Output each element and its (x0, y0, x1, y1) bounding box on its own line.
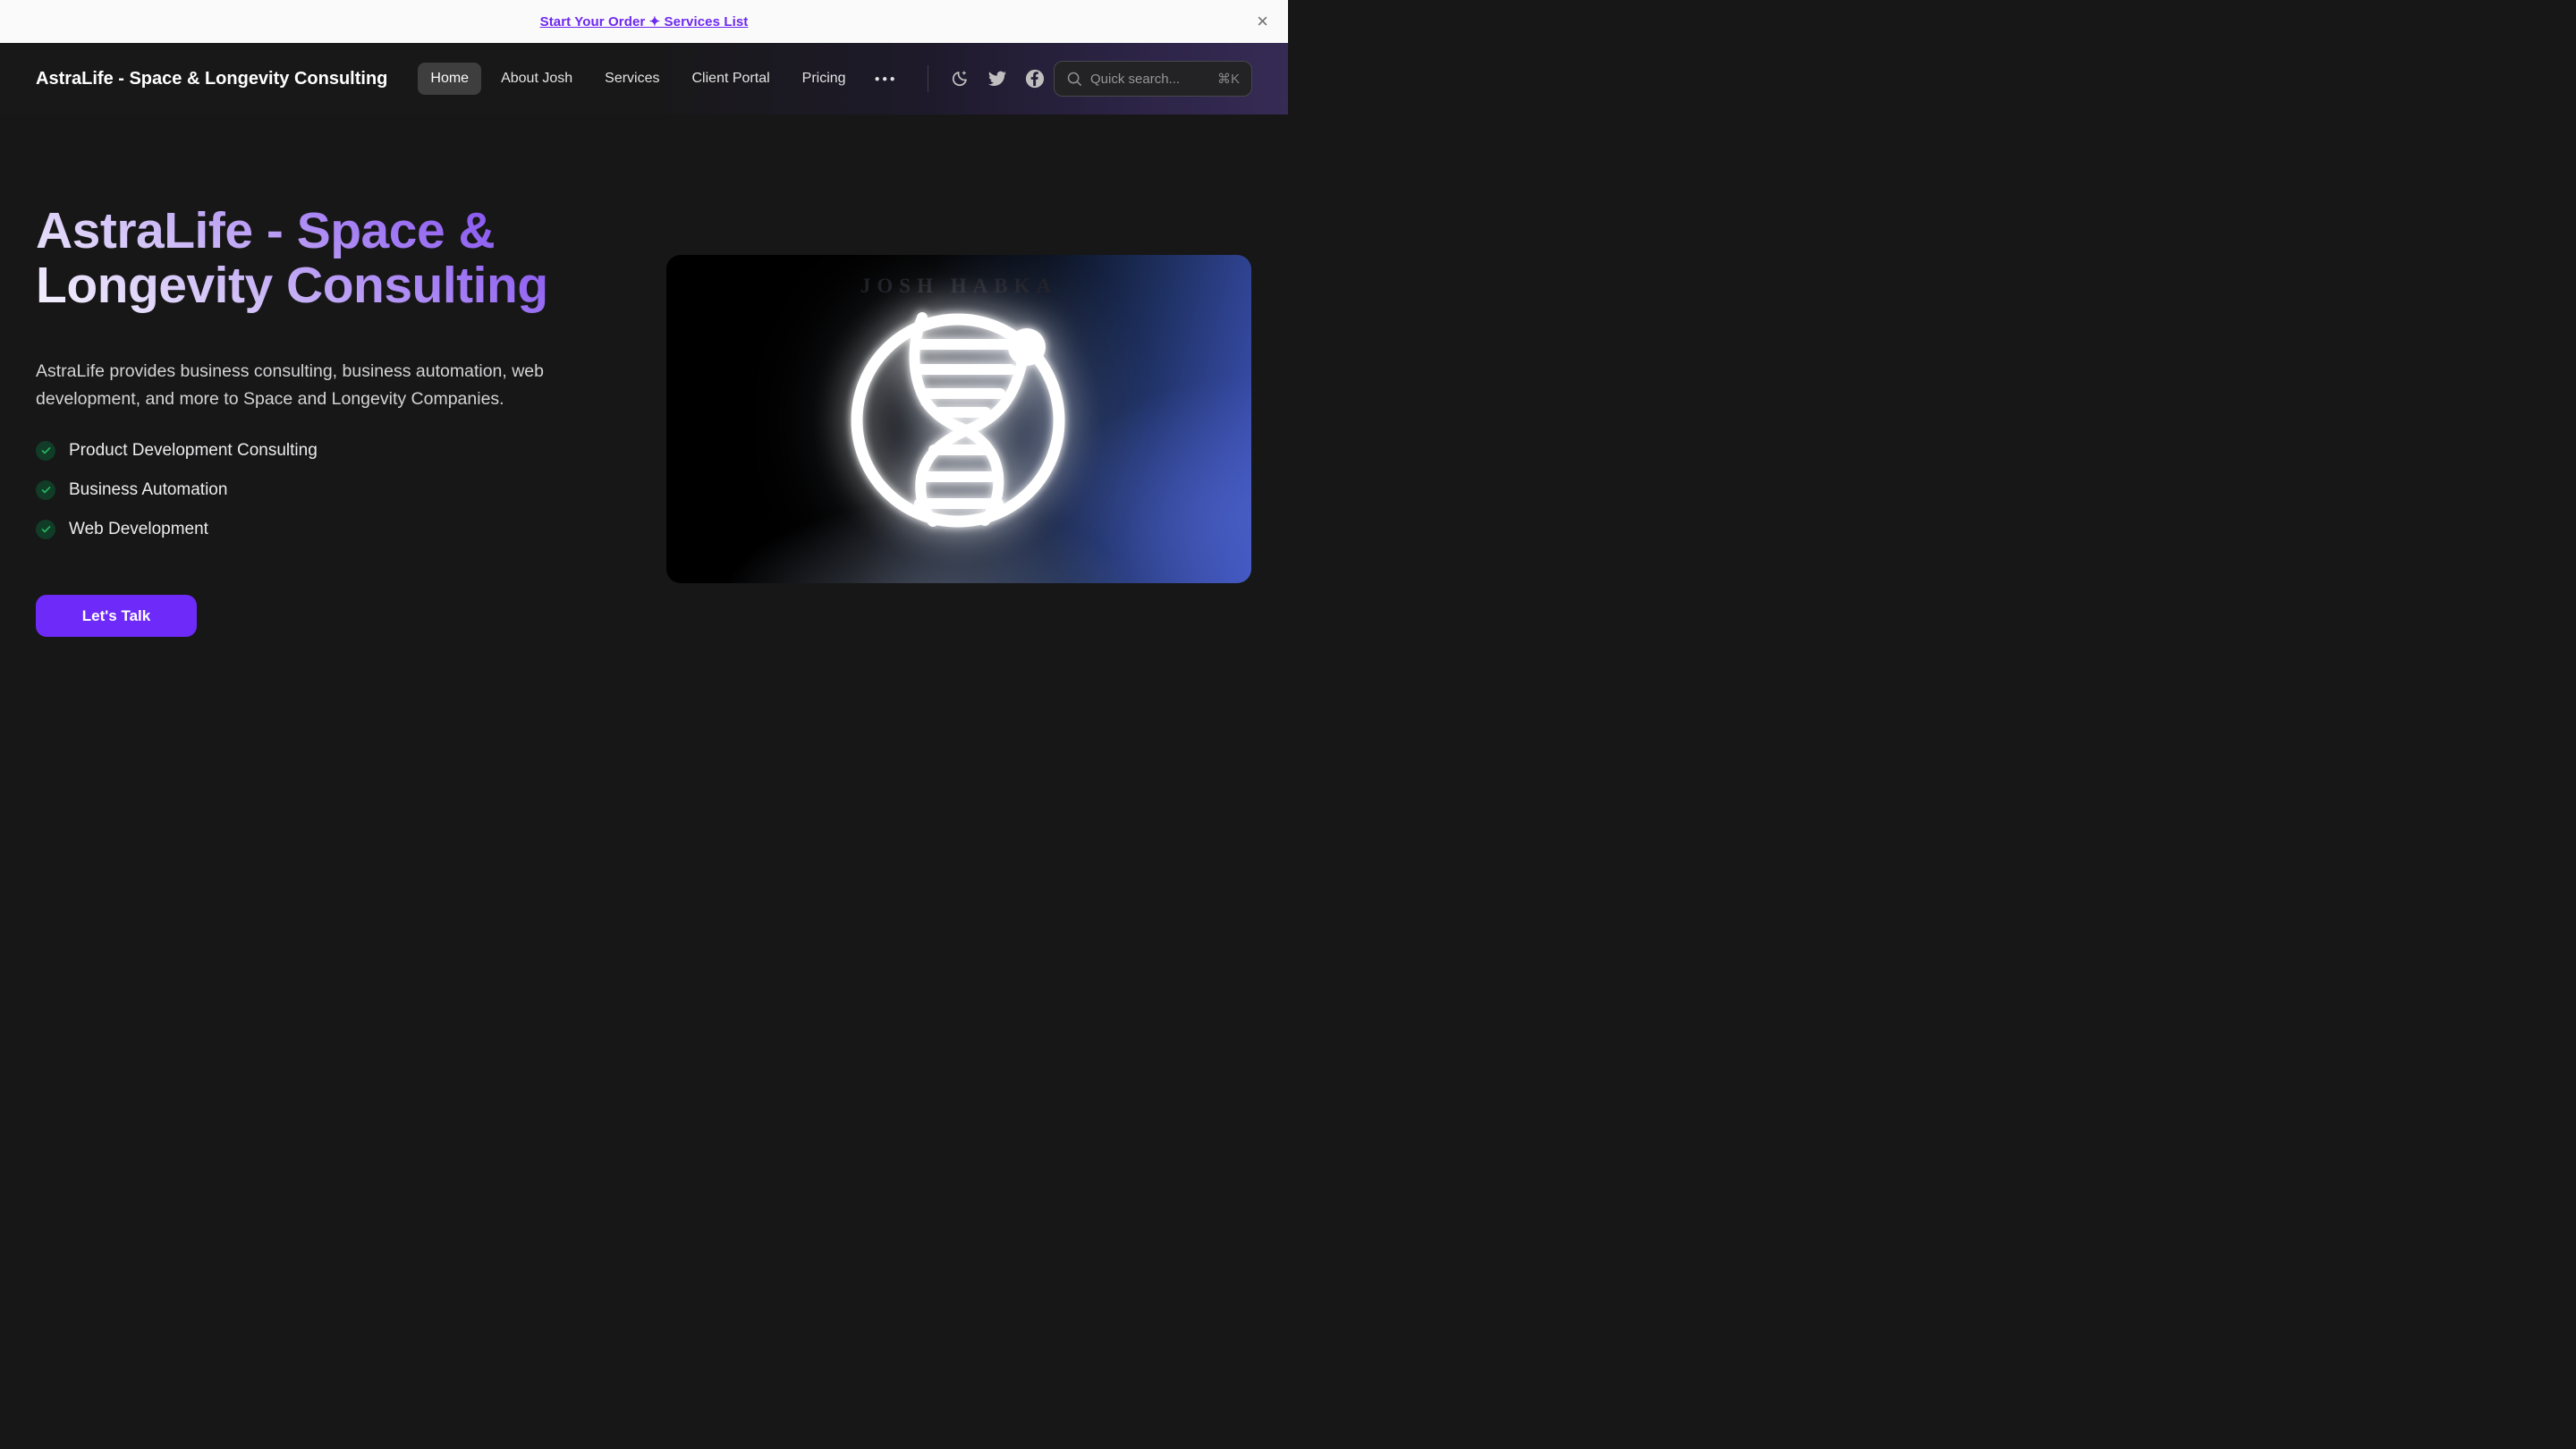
nav-item-pricing[interactable]: Pricing (790, 63, 859, 95)
search-input[interactable] (1090, 72, 1209, 87)
checklist-item-label: Web Development (69, 520, 208, 539)
hero-section: AstraLife - Space & Longevity Consulting… (0, 114, 1288, 724)
moon-icon (950, 69, 970, 89)
nav-icon-row (950, 69, 1045, 89)
nav-more-button[interactable]: ●●● (866, 74, 907, 84)
hero-checklist: Product Development Consulting Business … (36, 440, 318, 539)
close-icon[interactable]: × (1257, 12, 1268, 31)
page-title-line1: AstraLife - Space & (36, 202, 495, 259)
announcement-banner: Start Your Order ✦ Services List × (0, 0, 1288, 43)
check-icon (36, 480, 55, 500)
search-box[interactable]: ⌘K (1054, 61, 1252, 97)
hero-description: AstraLife provides business consulting, … (36, 358, 572, 413)
page-title-line2: Longevity Consulting (36, 257, 548, 314)
check-icon (36, 441, 55, 461)
checklist-item: Business Automation (36, 479, 318, 500)
dark-mode-toggle[interactable] (950, 69, 970, 89)
nav-item-about-josh[interactable]: About Josh (488, 63, 585, 95)
top-nav: AstraLife - Space & Longevity Consulting… (0, 43, 1288, 114)
checklist-item-label: Product Development Consulting (69, 441, 318, 461)
nav-item-home[interactable]: Home (418, 63, 481, 95)
nav-menu: Home About Josh Services Client Portal P… (418, 63, 906, 95)
hero-media-card: JOSH HABKA (666, 255, 1251, 583)
search-shortcut: ⌘K (1217, 71, 1240, 87)
checklist-item: Product Development Consulting (36, 440, 318, 461)
twitter-icon (987, 69, 1007, 89)
facebook-link[interactable] (1025, 69, 1045, 89)
twitter-link[interactable] (987, 69, 1007, 89)
check-icon (36, 520, 55, 539)
facebook-icon (1025, 69, 1045, 89)
nav-item-services[interactable]: Services (592, 63, 672, 95)
lets-talk-button[interactable]: Let's Talk (36, 595, 197, 637)
page-title: AstraLife - Space & Longevity Consulting (36, 204, 548, 313)
checklist-item-label: Business Automation (69, 480, 227, 500)
order-services-link[interactable]: Start Your Order ✦ Services List (540, 13, 749, 30)
dna-logo-icon (833, 291, 1083, 550)
checklist-item: Web Development (36, 519, 318, 539)
search-icon (1066, 71, 1082, 87)
site-logo[interactable]: AstraLife - Space & Longevity Consulting (36, 69, 387, 89)
nav-item-client-portal[interactable]: Client Portal (680, 63, 783, 95)
